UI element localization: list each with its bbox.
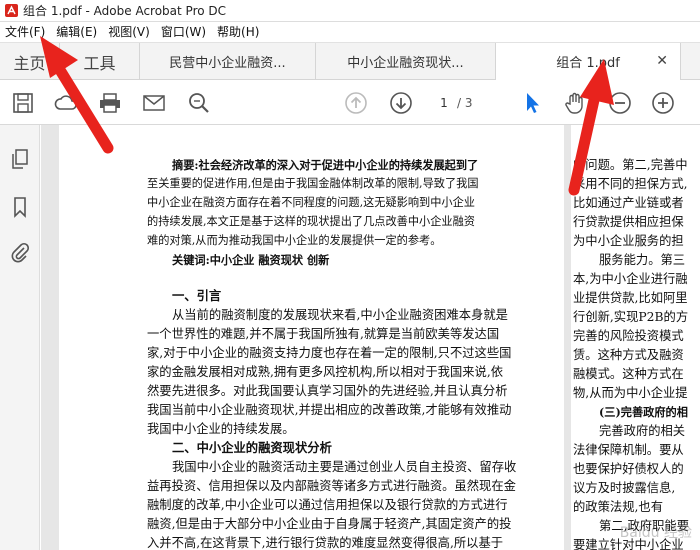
cloud-upload-button[interactable] [53,90,79,116]
minus-circle-icon [609,92,631,114]
body-line: 采用不同的担保方式, [573,177,688,191]
abstract-line: 摘要:社会经济改革的深入对于促进中小企业的持续发展起到了 [172,157,478,174]
body-line: 本,为中小企业进行融 [573,272,688,286]
body-line: 服务能力。第三 [599,253,686,267]
page-number-input[interactable]: 1 [432,93,456,113]
page-thumbnails-button[interactable] [8,147,32,171]
body-line: 物,从而为中小企业提 [573,386,688,400]
body-line: 的问题。第二,完善中 [573,158,688,172]
tab-document-1-label: 民营中小企业融资... [169,56,286,71]
tab-document-1[interactable]: 民营中小企业融资... [140,43,316,80]
body-line: 完善的风险投资模式 [573,329,684,343]
body-line: 我国当前中小企业融资现状,并提出相应的改善政策,才能够有效推动 [147,403,512,417]
cursor-arrow-icon [527,93,539,113]
tab-bar: 主页 工具 民营中小企业融资... 中小企业融资现状... 组合 1.pdf ✕ [0,43,700,81]
abstract-line: 至关重要的促进作用,但是由于我国金融体制改革的限制,导致了我国 [147,177,479,190]
toolbar: 1 / 3 [0,80,700,125]
body-line: 入并不高,在这背景下,进行银行贷款的难度显然变得很高,所以基于 [147,536,504,550]
tab-document-active[interactable]: 组合 1.pdf ✕ [496,43,681,81]
menu-window[interactable]: 窗口(W) [156,22,212,43]
document-view[interactable]: 摘要:社会经济改革的深入对于促进中小企业的持续发展起到了 至关重要的促进作用,但… [41,125,700,550]
body-line: 比如通过产业链或者 [573,196,684,210]
abstract-line: 的持续发展,本文正是基于这样的现状提出了几点改善中小企业融资 [147,215,475,228]
tab-tools-label: 工具 [83,53,116,73]
menu-file[interactable]: 文件(F) [0,22,51,43]
print-button[interactable] [97,90,123,116]
body-line: 一个世界性的难题,并不属于我国所独有,就算是当前欧美等发达国 [147,327,500,341]
previous-page-button[interactable] [343,90,369,116]
body-line: 为中小企业服务的担 [573,234,684,248]
tab-tools[interactable]: 工具 [60,43,140,80]
section-heading: 一、引言 [172,288,222,303]
printer-icon [100,93,120,113]
tab-document-active-label: 组合 1.pdf [556,56,620,71]
select-tool-button[interactable] [519,90,545,116]
plus-circle-icon [652,92,674,114]
body-line: 议方及时披露信息, [573,481,676,495]
find-button[interactable] [186,90,212,116]
body-line: 家的金融发展相对成熟,拥有更多风控机构,所以相对于我国来说,依 [147,365,504,379]
body-line: 融资,但是由于大部分中小企业由于自身属于轻资产,其固定资产的投 [147,517,512,531]
attachments-button[interactable] [8,241,32,265]
body-line: 赁。这种方式及融资 [573,348,684,362]
paperclip-icon [11,242,30,263]
title-bar: 组合 1.pdf - Adobe Acrobat Pro DC [0,0,700,22]
acrobat-logo-icon [4,4,18,18]
subsection-heading: (三)完善政府的相 [599,405,688,419]
section-heading: 二、中小企业的融资现状分析 [172,440,332,455]
body-line: 也要保护好债权人的 [573,462,684,476]
hand-icon [565,92,583,114]
pages-icon [12,149,28,169]
body-line: 的政策法规,也有 [573,500,663,514]
keywords-line: 关键词:中小企业 融资现状 创新 [172,253,330,267]
body-line: 融模式。这种方式在 [573,367,684,381]
navigation-pane [0,125,40,550]
menu-view[interactable]: 视图(V) [103,22,156,43]
zoom-out-button[interactable] [607,90,633,116]
body-line: 我国中小企业的持续发展。 [147,422,295,436]
body-line: 完善政府的相关 [599,424,686,438]
page-total: / 3 [457,96,473,110]
save-icon [13,93,33,113]
bookmark-icon [14,197,26,218]
body-line: 业提供贷款,比如阿里 [573,291,688,305]
body-line: 我国中小企业的融资活动主要是通过创业人员自主投资、留存收 [172,460,517,474]
body-line: 融制度的改革,中小企业可以通过信用担保以及银行贷款的方式进行 [147,498,508,512]
pdf-page-1-right-column: 的问题。第二,完善中 采用不同的担保方式, 比如通过产业链或者 行贷款提供相应担… [571,125,700,550]
email-button[interactable] [141,90,167,116]
menu-help[interactable]: 帮助(H) [212,22,265,43]
menu-edit[interactable]: 编辑(E) [51,22,103,43]
body-line: 从当前的融资制度的发展现状来看,中小企业融资困难本身就是 [172,308,508,322]
tab-document-2-label: 中小企业融资现状... [347,56,464,71]
window-title: 组合 1.pdf - Adobe Acrobat Pro DC [23,4,227,18]
zoom-in-button[interactable] [650,90,676,116]
search-icon [189,93,209,113]
close-tab-icon[interactable]: ✕ [656,53,668,69]
abstract-line: 难的对策,从而为推动我国中小企业的发展提供一定的参考。 [147,234,442,247]
body-line: 然要先进很多。对此我国要认真学习国外的先进经验,并且认真分析 [147,384,508,398]
save-button[interactable] [10,90,36,116]
pdf-page-1: 摘要:社会经济改革的深入对于促进中小企业的持续发展起到了 至关重要的促进作用,但… [59,125,564,550]
envelope-icon [143,95,165,111]
abstract-line: 中小企业在融资方面存在着不同程度的问题,这无疑影响到中小企业 [147,196,475,209]
abstract-line-text: 摘要:社会经济改革的深入对于促进中小企业的持续发展起到了 [172,158,479,172]
body-line: 法律保障机制。要从 [573,443,684,457]
arrow-up-circle-icon [345,92,367,114]
body-line: 行贷款提供相应担保 [573,215,684,229]
tab-home-label: 主页 [13,53,46,73]
tab-home[interactable]: 主页 [0,43,60,80]
hand-tool-button[interactable] [562,90,588,116]
next-page-button[interactable] [388,90,414,116]
body-line: 行创新,实现P2B的方 [573,310,689,324]
tab-document-2[interactable]: 中小企业融资现状... [316,43,496,80]
menu-bar: 文件(F) 编辑(E) 视图(V) 窗口(W) 帮助(H) [0,22,700,43]
arrow-down-circle-icon [390,92,412,114]
bookmarks-button[interactable] [8,195,32,219]
body-line: 益再投资、信用担保以及内部融资等诸多方式进行融资。虽然现在金 [147,479,516,493]
body-line: 家,对于中小企业的融资支持力度也存在着一定的限制,只不过这些国 [147,346,512,360]
cloud-icon [54,95,77,110]
watermark-text: Baidu 经验 [619,525,692,541]
